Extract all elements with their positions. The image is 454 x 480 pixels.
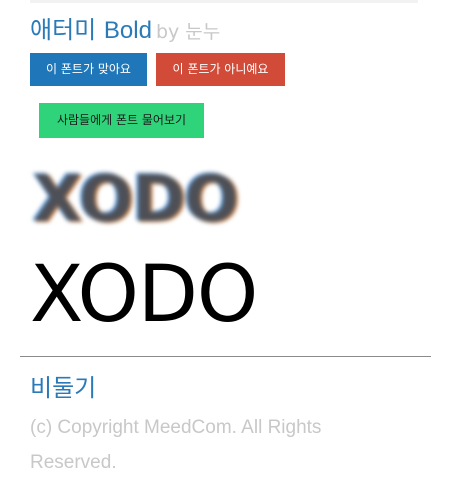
copyright-text: (c) Copyright MeedCom. All Rights Reserv… [30, 417, 322, 473]
correct-font-button[interactable]: 이 폰트가 맞아요 [30, 53, 147, 86]
wrong-font-button[interactable]: 이 폰트가 아니예요 [156, 53, 285, 86]
font-name-latin[interactable]: Bold [104, 17, 152, 44]
top-rule [30, 0, 418, 3]
next-font-link[interactable]: 비둘기 [30, 368, 96, 403]
font-name-link[interactable]: 애터미 Bold [30, 16, 152, 44]
font-name-korean[interactable]: 애터미 [30, 16, 96, 44]
source-image-preview: XODO [33, 163, 239, 237]
font-title-row: 애터미 Bold by 눈누 [30, 10, 220, 45]
ask-people-button[interactable]: 사람들에게 폰트 물어보기 [39, 103, 204, 138]
section-divider [20, 356, 431, 357]
font-rendered-preview: XODO [30, 250, 258, 340]
font-author: by 눈누 [155, 21, 221, 43]
